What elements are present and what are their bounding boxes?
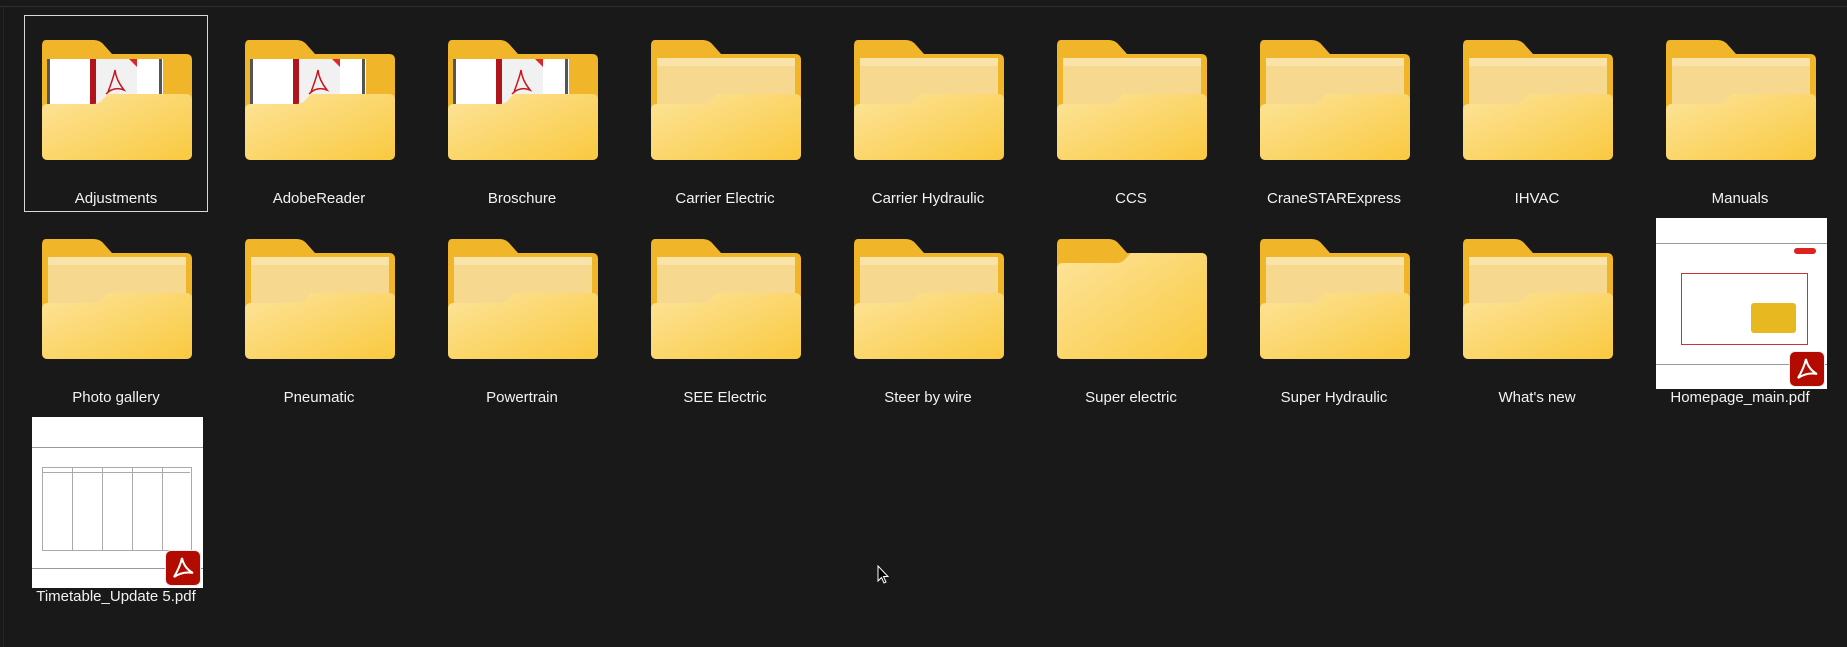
file-item[interactable]: Photo gallery <box>24 214 208 411</box>
file-label: IHVAC <box>1514 190 1560 207</box>
file-label: CraneSTARExpress <box>1267 190 1401 207</box>
folder-icon <box>1666 40 1816 160</box>
pdf-thumbnail-icon <box>25 417 209 588</box>
file-label: Super Hydraulic <box>1280 389 1388 406</box>
file-label: AdobeReader <box>272 190 366 207</box>
empty-folder-icon <box>1057 239 1207 359</box>
folder-icon <box>1260 40 1410 160</box>
file-item[interactable]: Adjustments <box>24 15 208 212</box>
file-item[interactable]: IHVAC <box>1445 15 1629 212</box>
file-label: Super electric <box>1085 389 1177 406</box>
file-item[interactable]: Homepage_main.pdf <box>1648 214 1832 411</box>
mouse-cursor-icon <box>877 565 890 584</box>
folder-icon <box>651 40 801 160</box>
file-label: What's new <box>1498 389 1576 406</box>
folder-icon <box>42 239 192 359</box>
file-label: SEE Electric <box>683 389 767 406</box>
file-item[interactable]: Carrier Electric <box>633 15 817 212</box>
file-label: Pneumatic <box>283 389 355 406</box>
pdf-thumbnail <box>1656 218 1827 389</box>
file-label: Powertrain <box>486 389 558 406</box>
pdf-folder-icon <box>245 40 395 160</box>
file-item[interactable]: Pneumatic <box>227 214 411 411</box>
file-item[interactable]: Timetable_Update 5.pdf <box>24 413 208 610</box>
file-item[interactable]: CCS <box>1039 15 1223 212</box>
file-label: Timetable_Update 5.pdf <box>36 588 196 605</box>
file-item[interactable]: What's new <box>1445 214 1629 411</box>
folder-icon <box>1057 40 1207 160</box>
pdf-thumbnail-icon <box>1649 218 1833 389</box>
pdf-folder-icon <box>42 40 192 160</box>
folder-icon <box>1463 40 1613 160</box>
pdf-thumbnail <box>32 417 203 588</box>
pdf-icon <box>165 550 201 586</box>
file-label: Adjustments <box>74 190 158 207</box>
file-label: CCS <box>1115 190 1147 207</box>
folder-icon <box>1260 239 1410 359</box>
file-label: Manuals <box>1711 190 1769 207</box>
folder-icon <box>245 239 395 359</box>
file-item[interactable]: Broschure <box>430 15 614 212</box>
file-label: Steer by wire <box>884 389 972 406</box>
file-item[interactable]: Carrier Hydraulic <box>836 15 1020 212</box>
pdf-folder-icon <box>448 40 598 160</box>
left-divider <box>3 7 4 647</box>
folder-icon <box>854 239 1004 359</box>
file-label: Carrier Hydraulic <box>871 190 985 207</box>
file-label: Homepage_main.pdf <box>1670 389 1810 406</box>
folder-icon <box>651 239 801 359</box>
file-item[interactable]: Steer by wire <box>836 214 1020 411</box>
folder-icon <box>448 239 598 359</box>
file-item[interactable]: Super Hydraulic <box>1242 214 1426 411</box>
folder-icon <box>854 40 1004 160</box>
file-label: Carrier Electric <box>675 190 775 207</box>
file-label: Broschure <box>487 190 557 207</box>
pdf-icon <box>1789 351 1825 387</box>
folder-icon <box>1463 239 1613 359</box>
file-item[interactable]: Powertrain <box>430 214 614 411</box>
file-item[interactable]: CraneSTARExpress <box>1242 15 1426 212</box>
file-label: Photo gallery <box>72 389 160 406</box>
file-item[interactable]: SEE Electric <box>633 214 817 411</box>
file-item[interactable]: Manuals <box>1648 15 1832 212</box>
file-item[interactable]: AdobeReader <box>227 15 411 212</box>
file-item[interactable]: Super electric <box>1039 214 1223 411</box>
top-divider <box>0 6 1847 7</box>
